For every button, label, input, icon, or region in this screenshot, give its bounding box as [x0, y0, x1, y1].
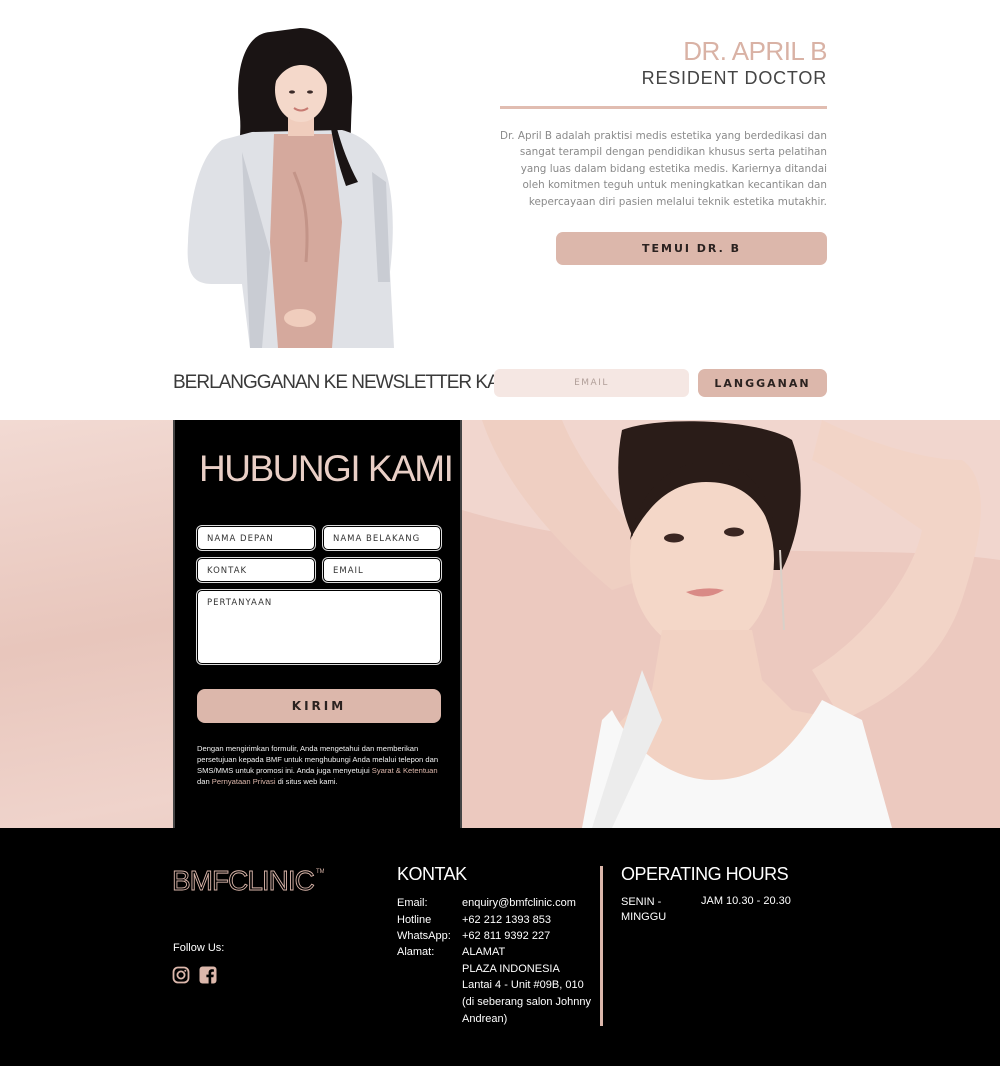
divider-line [500, 106, 827, 109]
email-link[interactable]: enquiry@bmfclinic.com [462, 895, 602, 912]
facebook-icon[interactable] [199, 966, 217, 984]
address-label: Alamat: [397, 946, 435, 958]
hotline-label: Hotline [397, 914, 432, 926]
email-label: Email: [397, 897, 428, 909]
form-disclaimer: Dengan mengirimkan formulir, Anda menget… [197, 743, 445, 787]
address-line: Lantai 4 - Unit #09B, 010 [462, 979, 584, 992]
contact-field[interactable]: KONTAK [197, 558, 315, 582]
address-block: ALAMAT PLAZA INDONESIA Lantai 4 - Unit #… [462, 944, 591, 1028]
footer: BMFCLINIC TM Follow Us: KONTAK Email: en… [0, 828, 1000, 1066]
disclaimer-text: dan [197, 777, 212, 786]
question-textarea[interactable]: PERTANYAAN [197, 590, 441, 664]
operating-time: JAM 10.30 - 20.30 [701, 895, 791, 907]
doctor-photo [187, 28, 394, 348]
bmf-clinic-logo[interactable]: BMFCLINIC TM [172, 866, 324, 894]
newsletter-email-input[interactable] [494, 369, 689, 397]
contact-form-panel: HUBUNGI KAMI NAMA DEPAN NAMA BELAKANG KO… [173, 420, 462, 828]
day-line: MINGGU [621, 911, 667, 923]
operating-days: SENIN - MINGGU [621, 895, 691, 925]
instagram-icon[interactable] [172, 966, 190, 984]
meet-doctor-button[interactable]: TEMUI DR. B [556, 232, 827, 265]
address-line: PLAZA INDONESIA [462, 962, 560, 975]
terms-link[interactable]: Syarat & Ketentuan [372, 766, 438, 775]
address-line: ALAMAT [462, 946, 506, 958]
svg-text:TM: TM [316, 869, 324, 875]
doctor-bio: Dr. April B adalah praktisi medis esteti… [499, 130, 827, 208]
first-name-field[interactable]: NAMA DEPAN [197, 526, 315, 550]
disclaimer-text: di situs web kami. [275, 777, 338, 786]
day-line: SENIN - [621, 896, 662, 908]
operating-hours-title: OPERATING HOURS [621, 864, 789, 884]
submit-button[interactable]: KIRIM [197, 689, 441, 723]
newsletter-title: BERLANGGANAN KE NEWSLETTER KAMI [173, 372, 519, 393]
footer-divider [600, 866, 603, 1026]
model-photo [462, 420, 1000, 828]
contact-section: HUBUNGI KAMI NAMA DEPAN NAMA BELAKANG KO… [0, 420, 1000, 828]
address-line: (di seberang salon Johnny [462, 996, 592, 1009]
doctor-role: RESIDENT DOCTOR [641, 68, 827, 88]
email-field[interactable]: EMAIL [323, 558, 441, 582]
svg-text:BMFCLINIC: BMFCLINIC [172, 866, 315, 894]
whatsapp-link[interactable]: +62 811 9392 227 [462, 928, 602, 945]
hotline-link[interactable]: +62 212 1393 853 [462, 912, 602, 929]
follow-us-label: Follow Us: [173, 942, 225, 954]
subscribe-button[interactable]: LANGGANAN [698, 369, 827, 397]
last-name-field[interactable]: NAMA BELAKANG [323, 526, 441, 550]
doctor-section: DR. APRIL B RESIDENT DOCTOR Dr. April B … [0, 0, 1000, 360]
doctor-name: DR. APRIL B [683, 36, 827, 66]
address-line: Andrean) [462, 1012, 508, 1025]
whatsapp-label: WhatsApp: [397, 930, 451, 942]
contact-title: HUBUNGI KAMI [199, 448, 454, 489]
privacy-link[interactable]: Pernyataan Privasi [212, 777, 276, 786]
kontak-title: KONTAK [397, 864, 467, 884]
